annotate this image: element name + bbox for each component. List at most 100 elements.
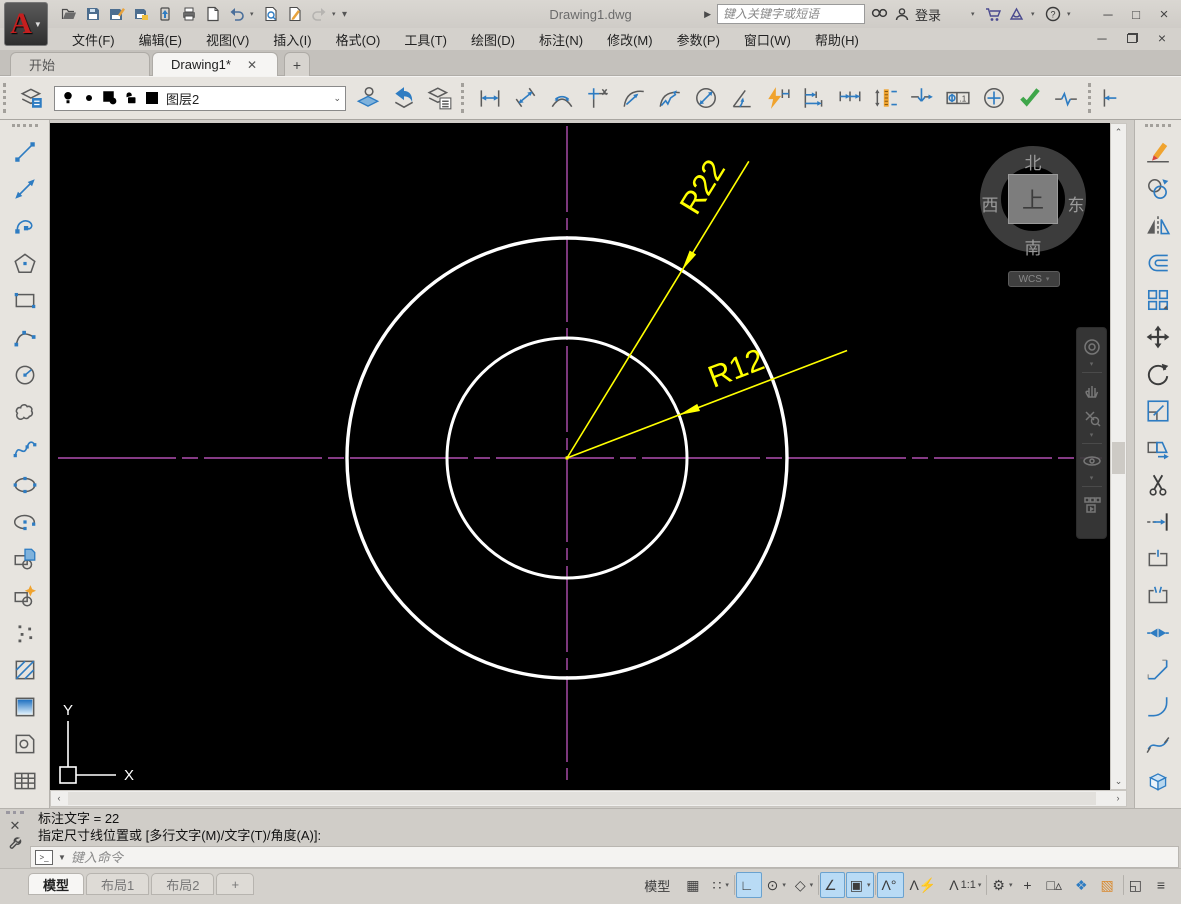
toolbar-grip[interactable] bbox=[1145, 124, 1171, 131]
elliptical-arc-button[interactable] bbox=[6, 503, 44, 540]
layer-previous-button[interactable] bbox=[386, 79, 422, 117]
zoom-extents-icon[interactable] bbox=[1081, 405, 1103, 431]
mirror-button[interactable] bbox=[1139, 207, 1177, 244]
workspace-switching-button[interactable]: ⚙▾ bbox=[988, 872, 1016, 898]
command-input-row[interactable]: >_ ▼ bbox=[30, 846, 1179, 868]
vertical-scrollbar[interactable]: ⌃ ⌄ bbox=[1110, 123, 1127, 790]
viewcube-east[interactable]: 东 bbox=[1064, 191, 1088, 216]
fillet-button[interactable] bbox=[1139, 688, 1177, 725]
search-icon[interactable] bbox=[871, 7, 889, 21]
plot-button[interactable] bbox=[178, 3, 200, 25]
region-button[interactable] bbox=[6, 725, 44, 762]
close-icon[interactable]: ✕ bbox=[10, 818, 21, 836]
dim-quick-dimension-button[interactable] bbox=[760, 79, 796, 117]
toolbar-grip[interactable] bbox=[461, 83, 469, 113]
help-icon[interactable]: ? bbox=[1045, 6, 1061, 22]
save-button[interactable] bbox=[82, 3, 104, 25]
model-space-toggle[interactable]: 模型 bbox=[637, 872, 681, 898]
tab-start[interactable]: 开始 bbox=[10, 52, 150, 76]
divider-4[interactable] bbox=[986, 875, 987, 895]
customize-button[interactable]: ≡ bbox=[1151, 872, 1175, 898]
ellipse-button[interactable] bbox=[6, 466, 44, 503]
object-snap-tracking-toggle[interactable]: ∠ bbox=[820, 872, 845, 898]
dim-diameter-button[interactable] bbox=[688, 79, 724, 117]
blend-curves-button[interactable] bbox=[1139, 725, 1177, 762]
polar-tracking-toggle[interactable]: ⊙▾ bbox=[763, 872, 790, 898]
explode-button[interactable] bbox=[1139, 762, 1177, 799]
ortho-mode-toggle[interactable]: ∟ bbox=[736, 872, 762, 898]
break-at-point-button[interactable] bbox=[1139, 540, 1177, 577]
maximize-button[interactable]: □ bbox=[1123, 4, 1149, 24]
crosshair-toggle[interactable]: + bbox=[1017, 872, 1041, 898]
undo-button[interactable] bbox=[226, 3, 248, 25]
cart-icon[interactable] bbox=[985, 7, 1002, 22]
dim-continue-button[interactable] bbox=[832, 79, 868, 117]
break-button[interactable] bbox=[1139, 577, 1177, 614]
erase-button[interactable] bbox=[1139, 133, 1177, 170]
expand-search-icon[interactable]: ▶ bbox=[704, 9, 711, 20]
chevron-down-icon[interactable]: ▾ bbox=[1090, 476, 1094, 482]
toolbar-grip[interactable] bbox=[12, 124, 38, 131]
pan-hand-icon[interactable] bbox=[1081, 377, 1103, 403]
toolbar-grip[interactable] bbox=[3, 83, 11, 113]
menu-help[interactable]: 帮助(H) bbox=[803, 28, 871, 51]
join-button[interactable] bbox=[1139, 614, 1177, 651]
table-button[interactable] bbox=[6, 762, 44, 799]
fullscreen-toggle[interactable]: ◱ bbox=[1125, 872, 1150, 898]
menu-window[interactable]: 窗口(W) bbox=[732, 28, 803, 51]
copy-button[interactable] bbox=[1139, 170, 1177, 207]
chevron-down-icon[interactable]: ▾ bbox=[1090, 433, 1094, 439]
user-icon[interactable] bbox=[895, 7, 909, 21]
dim-baseline-button[interactable] bbox=[796, 79, 832, 117]
extend-button[interactable] bbox=[1139, 503, 1177, 540]
new-layout-button[interactable]: + bbox=[216, 873, 254, 895]
signin-dropdown[interactable]: ▾ bbox=[971, 10, 979, 18]
multiple-points-button[interactable] bbox=[6, 614, 44, 651]
tab-model[interactable]: 模型 bbox=[28, 873, 84, 895]
autoscale-toggle[interactable]: Λ⚡ bbox=[905, 872, 944, 898]
tab-drawing1[interactable]: Drawing1*✕ bbox=[152, 52, 278, 76]
layer-properties-button[interactable] bbox=[14, 79, 50, 117]
save-all-button[interactable] bbox=[130, 3, 152, 25]
polyline-button[interactable] bbox=[6, 207, 44, 244]
application-menu-button[interactable]: A▼ bbox=[4, 2, 48, 46]
viewcube-north[interactable]: 北 bbox=[1021, 149, 1045, 174]
tab-layout1[interactable]: 布局1 bbox=[86, 873, 149, 895]
drawing-canvas[interactable]: R22R12YX 北 南 西 东 上 WCS▾ ▾ ▾ ▾ bbox=[50, 123, 1110, 790]
a360-icon[interactable] bbox=[1008, 7, 1025, 22]
scroll-right-icon[interactable]: › bbox=[1110, 791, 1126, 806]
scroll-up-icon[interactable]: ⌃ bbox=[1111, 124, 1126, 140]
dim-break-button[interactable] bbox=[904, 79, 940, 117]
new-drawing-tab-button[interactable]: + bbox=[284, 52, 310, 76]
tab-layout2[interactable]: 布局2 bbox=[151, 873, 214, 895]
layer-dropdown[interactable]: 图层2 ⌄ bbox=[54, 86, 346, 111]
redo-button[interactable] bbox=[308, 3, 330, 25]
signin-label[interactable]: 登录 bbox=[915, 5, 941, 24]
chevron-down-icon[interactable]: ▼ bbox=[58, 853, 66, 862]
isolate-objects-toggle[interactable]: □▵ bbox=[1042, 872, 1069, 898]
close-button[interactable]: × bbox=[1151, 4, 1177, 24]
help-dropdown[interactable]: ▾ bbox=[1067, 10, 1075, 18]
dim-linear-button[interactable] bbox=[472, 79, 508, 117]
object-snap-toggle[interactable]: ▣▾ bbox=[846, 872, 875, 898]
make-object-layer-current-button[interactable] bbox=[350, 79, 386, 117]
hatch-button[interactable] bbox=[6, 651, 44, 688]
horizontal-scrollbar[interactable]: ‹ › bbox=[50, 790, 1127, 807]
navigation-wheel-icon[interactable] bbox=[1081, 334, 1103, 360]
divider-1[interactable] bbox=[734, 875, 735, 895]
graphics-performance-toggle[interactable]: ❖ bbox=[1071, 872, 1096, 898]
dim-radius-button[interactable] bbox=[616, 79, 652, 117]
dim-edit-button[interactable] bbox=[1099, 79, 1125, 117]
annotation-visibility-toggle[interactable]: Λ° bbox=[877, 872, 904, 898]
isometric-drafting-toggle[interactable]: ◇▾ bbox=[791, 872, 817, 898]
share-upload-button[interactable] bbox=[154, 3, 176, 25]
chamfer-button[interactable] bbox=[1139, 651, 1177, 688]
viewcube-top-face[interactable]: 上 bbox=[1008, 174, 1058, 224]
circle-button[interactable] bbox=[6, 355, 44, 392]
dim-tolerance-button[interactable]: .1 bbox=[940, 79, 976, 117]
move-button[interactable] bbox=[1139, 318, 1177, 355]
chevron-down-icon[interactable]: ▾ bbox=[1090, 362, 1094, 368]
open-button[interactable] bbox=[58, 3, 80, 25]
grid-display-toggle[interactable]: ▦ bbox=[682, 872, 707, 898]
viewcube[interactable]: 北 南 西 东 上 WCS▾ bbox=[972, 136, 1102, 296]
